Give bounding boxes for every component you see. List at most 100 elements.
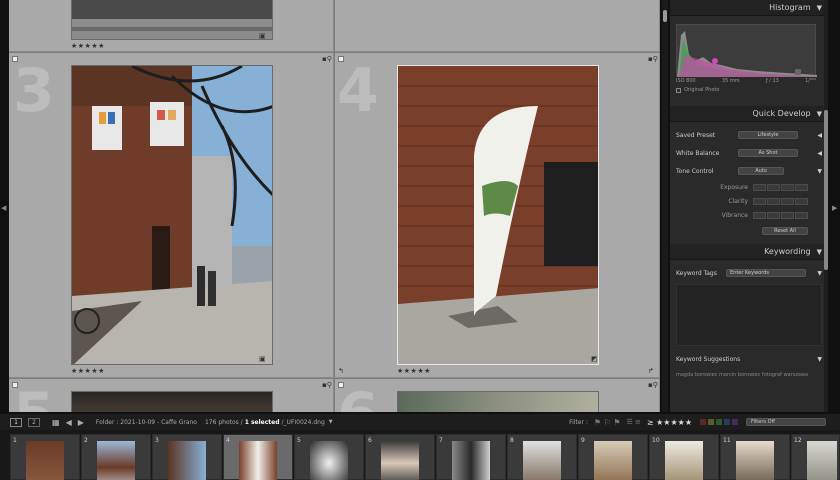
filmstrip-cell-selected[interactable]: 4 bbox=[223, 434, 293, 480]
expand-triangle-icon[interactable]: ▼ bbox=[817, 270, 822, 277]
edit-filter-icon[interactable]: ☰ ≡ bbox=[627, 418, 641, 426]
grid-view-icon[interactable]: ▦ bbox=[52, 418, 60, 427]
filters-off-select[interactable]: Filters Off bbox=[746, 418, 826, 426]
original-photo-row[interactable]: Original Photo bbox=[676, 87, 822, 93]
filmstrip-thumbnail[interactable] bbox=[452, 441, 490, 480]
rotate-left-icon[interactable]: ↰ bbox=[338, 367, 344, 375]
panel-scrollbar[interactable] bbox=[824, 0, 828, 412]
filmstrip-cell[interactable]: 5 bbox=[294, 434, 364, 480]
grid-cell-5[interactable]: 5 ▪⚲ bbox=[9, 379, 334, 412]
photo-thumbnail[interactable] bbox=[397, 391, 599, 412]
grid-cell-2[interactable] bbox=[335, 0, 660, 52]
auto-tone-button[interactable]: Auto bbox=[738, 167, 784, 175]
flag-icon[interactable] bbox=[12, 382, 18, 388]
filmstrip-thumbnail[interactable] bbox=[239, 441, 277, 480]
options-icon[interactable]: ▪⚲ bbox=[648, 381, 658, 389]
white-balance-select[interactable]: As Shot bbox=[738, 149, 798, 157]
color-label-filter[interactable] bbox=[700, 419, 738, 425]
filmstrip-cell[interactable]: 12 bbox=[791, 434, 840, 480]
filmstrip-cell[interactable]: 9 bbox=[578, 434, 648, 480]
secondary-window-button[interactable]: 2 bbox=[28, 417, 40, 427]
filmstrip-cell[interactable]: 2 bbox=[81, 434, 151, 480]
selected-filename[interactable]: /_UFI0024.dng bbox=[282, 419, 325, 426]
left-panel-toggle-icon[interactable]: ◀ bbox=[1, 204, 6, 212]
filmstrip-cell[interactable]: 10 bbox=[649, 434, 719, 480]
filename-dropdown-icon[interactable]: ▼ bbox=[329, 419, 333, 425]
photo-thumbnail[interactable] bbox=[71, 391, 273, 412]
star-rating-filter[interactable]: ≥ ★★★★★ bbox=[647, 418, 692, 427]
keyword-suggestions-list[interactable]: magda borowiec marcin borowiec fotograf … bbox=[670, 368, 828, 382]
filmstrip-thumbnail[interactable] bbox=[736, 441, 774, 480]
filmstrip-thumbnail[interactable] bbox=[97, 441, 135, 480]
flag-icon[interactable] bbox=[338, 382, 344, 388]
grid-cell-1[interactable]: ★★★★★ ▣ bbox=[9, 0, 334, 52]
keyword-tags-select[interactable]: Enter Keywords bbox=[726, 269, 806, 277]
filmstrip-cell[interactable]: 8 bbox=[507, 434, 577, 480]
main-window-button[interactable]: 1 bbox=[10, 417, 22, 427]
filmstrip-thumbnail[interactable] bbox=[310, 441, 348, 480]
filmstrip-cell[interactable]: 11 bbox=[720, 434, 790, 480]
histogram-header[interactable]: Histogram ▼ bbox=[670, 0, 828, 16]
filmstrip-cell[interactable]: 3 bbox=[152, 434, 222, 480]
rating-stars[interactable]: ★★★★★ bbox=[71, 367, 105, 375]
clarity-stepper[interactable] bbox=[795, 197, 808, 205]
clarity-stepper[interactable] bbox=[781, 197, 794, 205]
grid-scrollbar[interactable] bbox=[662, 0, 668, 412]
grid-cell-4[interactable]: 4 ▪⚲ ★★★★★ ◩ ↰ ↱ bbox=[335, 53, 660, 378]
cell-index-number: 4 bbox=[337, 56, 379, 126]
photo-thumbnail-selected[interactable] bbox=[397, 65, 599, 365]
exposure-stepper[interactable] bbox=[795, 183, 808, 191]
folder-path[interactable]: Folder : 2021-10-09 - Caffe Grano bbox=[96, 419, 197, 426]
vibrance-stepper[interactable] bbox=[795, 211, 808, 219]
exposure-stepper[interactable] bbox=[781, 183, 794, 191]
exposure-stepper[interactable] bbox=[767, 183, 780, 191]
options-icon[interactable]: ▪⚲ bbox=[322, 381, 332, 389]
flag-icon[interactable] bbox=[12, 56, 18, 62]
collapse-triangle-icon[interactable]: ▼ bbox=[817, 4, 822, 12]
rating-stars[interactable]: ★★★★★ bbox=[397, 367, 431, 375]
exposure-stepper[interactable] bbox=[753, 183, 766, 191]
grid-cell-6[interactable]: 6 ▪⚲ bbox=[335, 379, 660, 412]
filmstrip-cell[interactable]: 1 bbox=[10, 434, 80, 480]
expand-triangle-icon[interactable]: ◀ bbox=[817, 132, 822, 139]
original-photo-checkbox[interactable] bbox=[676, 87, 681, 93]
back-arrow-icon[interactable]: ◀ bbox=[66, 418, 72, 427]
right-panel-toggle-icon[interactable]: ▶ bbox=[832, 204, 837, 212]
filmstrip-cell[interactable]: 6 bbox=[365, 434, 435, 480]
reset-all-button[interactable]: Reset All bbox=[762, 227, 808, 235]
options-icon[interactable]: ▪⚲ bbox=[322, 55, 332, 63]
rotate-right-icon[interactable]: ↱ bbox=[648, 367, 654, 375]
saved-preset-select[interactable]: Lifestyle bbox=[738, 131, 798, 139]
quick-develop-header[interactable]: Quick Develop ▼ bbox=[670, 106, 828, 122]
filmstrip-thumbnail[interactable] bbox=[381, 441, 419, 480]
expand-triangle-icon[interactable]: ▼ bbox=[817, 168, 822, 175]
filmstrip-cell[interactable]: 7 bbox=[436, 434, 506, 480]
photo-thumbnail[interactable] bbox=[71, 65, 273, 365]
clarity-stepper[interactable] bbox=[753, 197, 766, 205]
grid-cell-3[interactable]: 3 ▪⚲ ★★★★★ ▣ bbox=[9, 53, 334, 378]
vibrance-stepper[interactable] bbox=[753, 211, 766, 219]
options-icon[interactable]: ▪⚲ bbox=[648, 55, 658, 63]
collapse-triangle-icon[interactable]: ▼ bbox=[817, 248, 822, 256]
flag-icon[interactable] bbox=[338, 56, 344, 62]
vibrance-label: Vibrance bbox=[721, 211, 748, 219]
photo-thumbnail[interactable] bbox=[71, 0, 273, 40]
vibrance-stepper[interactable] bbox=[767, 211, 780, 219]
rating-stars[interactable]: ★★★★★ bbox=[71, 42, 105, 50]
expand-triangle-icon[interactable]: ▼ bbox=[817, 356, 822, 363]
clarity-stepper[interactable] bbox=[767, 197, 780, 205]
expand-triangle-icon[interactable]: ◀ bbox=[817, 150, 822, 157]
filmstrip-thumbnail[interactable] bbox=[807, 441, 837, 480]
filmstrip-thumbnail[interactable] bbox=[665, 441, 703, 480]
filmstrip-thumbnail[interactable] bbox=[594, 441, 632, 480]
flag-filter-icon[interactable]: ⚑ ⚐ ⚑ bbox=[594, 418, 621, 427]
vibrance-stepper[interactable] bbox=[781, 211, 794, 219]
keywording-header[interactable]: Keywording ▼ bbox=[670, 244, 828, 260]
keyword-entry-area[interactable] bbox=[676, 284, 822, 346]
forward-arrow-icon[interactable]: ▶ bbox=[78, 418, 84, 427]
library-grid: ★★★★★ ▣ 3 ▪⚲ ★★★★★ ▣ 4 ▪⚲ ★★★★★ ◩ ↰ ↱ ▪⚲… bbox=[9, 0, 660, 412]
filmstrip-thumbnail[interactable] bbox=[168, 441, 206, 480]
filmstrip-thumbnail[interactable] bbox=[523, 441, 561, 480]
filmstrip-thumbnail[interactable] bbox=[26, 441, 64, 480]
collapse-triangle-icon[interactable]: ▼ bbox=[817, 110, 822, 118]
